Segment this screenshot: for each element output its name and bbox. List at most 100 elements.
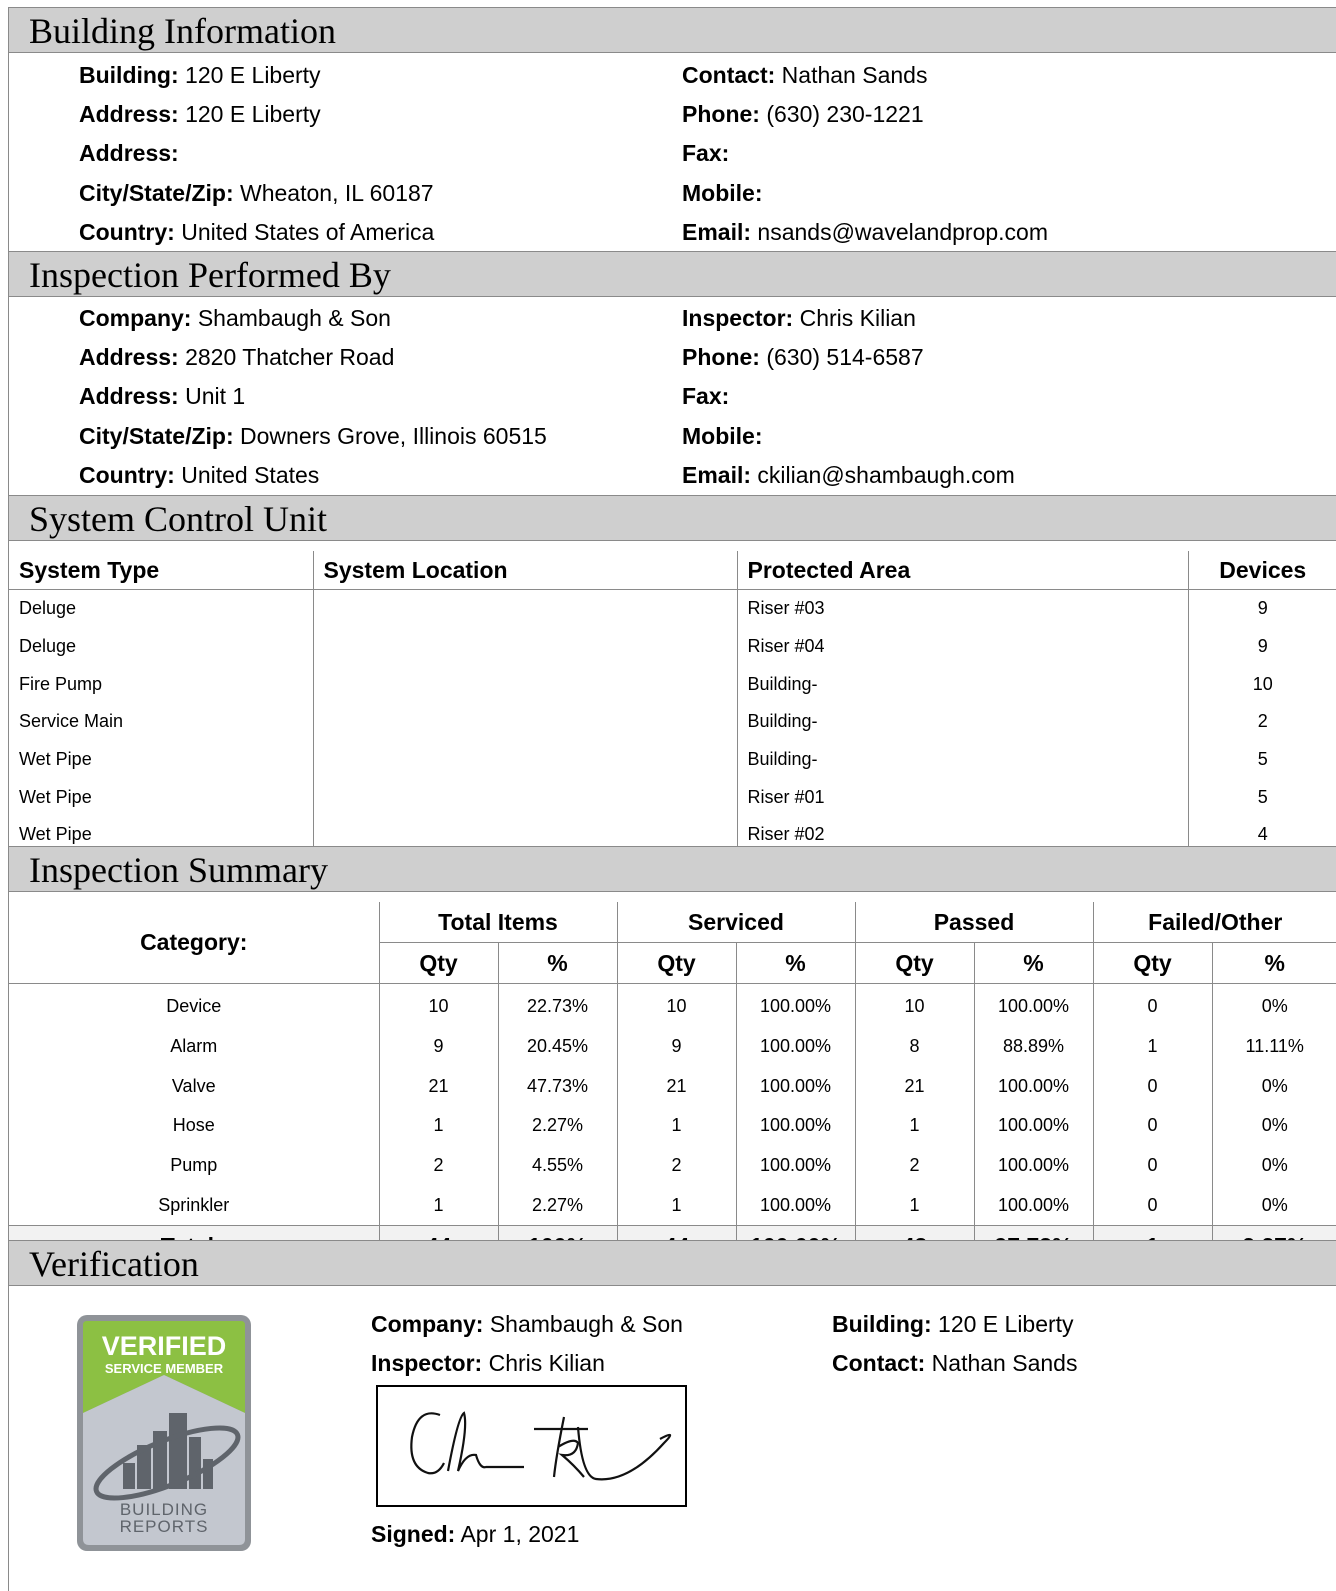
table-row: Wet Pipe Riser #01 5	[9, 778, 1336, 817]
table-cell: 0%	[1261, 1194, 1288, 1215]
table-cell: Riser #01	[737, 778, 1189, 817]
col-system-location: System Location	[313, 551, 738, 590]
field-email: Email: ckilian@shambaugh.com	[682, 461, 1015, 488]
table-cell: Riser #03	[737, 589, 1189, 628]
table-cell: 10	[855, 983, 975, 1027]
svg-text:SERVICE MEMBER: SERVICE MEMBER	[105, 1361, 224, 1376]
table-cell	[313, 778, 738, 817]
table-cell: 100.00%	[736, 1185, 856, 1226]
table-cell: 9	[1257, 636, 1268, 657]
table-row: Deluge Riser #04 9	[9, 627, 1336, 666]
table-cell: Service Main	[9, 703, 314, 741]
table-cell: Device	[9, 983, 380, 1027]
table-row: Sprinkler 1 2.27% 1 100.00% 1 100.00% 0 0%	[9, 1185, 1336, 1226]
col-system-type: System Type	[9, 551, 314, 590]
table-cell: 0	[1093, 1185, 1213, 1226]
table-cell: 0	[1093, 1145, 1213, 1186]
group-total-items: Total Items	[378, 902, 618, 943]
table-cell: 88.89%	[974, 1026, 1094, 1067]
field-fax: Fax:	[682, 383, 730, 410]
table-cell: 9	[1257, 598, 1268, 619]
svg-text:REPORTS: REPORTS	[120, 1517, 209, 1536]
table-cell: 1	[379, 1185, 499, 1226]
table-cell: Building-	[737, 703, 1189, 741]
verification-contact: Contact: Nathan Sands	[832, 1350, 1078, 1376]
table-cell: 100.00%	[974, 1145, 1094, 1186]
table-cell: 100.00%	[974, 1066, 1094, 1107]
table-cell: Riser #04	[737, 627, 1189, 666]
field-inspector: Inspector: Chris Kilian	[682, 305, 916, 331]
table-cell: 0	[1093, 983, 1213, 1027]
col-percent: %	[973, 942, 1094, 984]
table-cell: 9	[617, 1026, 737, 1067]
verification-company: Company: Shambaugh & Son	[371, 1311, 683, 1337]
table-cell: 10	[1252, 673, 1273, 694]
table-cell: 100.00%	[736, 983, 856, 1027]
table-cell: 1	[855, 1106, 975, 1146]
verified-service-member-badge: VERIFIED SERVICE MEMBER BUILDING REPORTS	[77, 1315, 251, 1551]
table-cell: 2	[1257, 711, 1268, 732]
table-cell: Deluge	[9, 627, 314, 666]
field-citystatezip: City/State/Zip: Wheaton, IL 60187	[79, 179, 434, 206]
verification-building: Building: 120 E Liberty	[832, 1311, 1074, 1337]
table-cell: 1	[379, 1106, 499, 1146]
table-cell	[313, 627, 738, 666]
table-cell: 1	[617, 1106, 737, 1146]
section-system-control-unit: System Control Unit	[9, 495, 1336, 541]
section-inspection-summary: Inspection Summary	[9, 846, 1336, 892]
field-email: Email: nsands@wavelandprop.com	[682, 218, 1048, 245]
table-cell: 10	[617, 983, 737, 1027]
field-address: Address: Unit 1	[79, 383, 246, 410]
table-row: Alarm 9 20.45% 9 100.00% 8 88.89% 1 11.11%	[9, 1026, 1336, 1067]
table-cell: 22.73%	[498, 983, 618, 1027]
table-cell: 0	[1093, 1066, 1213, 1107]
field-phone: Phone: (630) 514-6587	[682, 344, 924, 371]
table-cell: Fire Pump	[9, 665, 314, 704]
verification-inspector: Inspector: Chris Kilian	[371, 1350, 605, 1376]
system-control-unit-table: System Type System Location Protected Ar…	[9, 551, 1336, 854]
table-cell: 0%	[1261, 1155, 1288, 1176]
field-country: Country: United States	[79, 461, 320, 488]
svg-text:VERIFIED: VERIFIED	[102, 1331, 227, 1361]
table-row: Deluge Riser #03 9	[9, 589, 1336, 628]
table-cell: 21	[617, 1066, 737, 1107]
table-cell: Building-	[737, 665, 1189, 704]
table-cell: 2.27%	[498, 1185, 618, 1226]
table-row: Fire Pump Building- 10	[9, 665, 1336, 704]
table-cell: 100.00%	[736, 1106, 856, 1146]
field-building: Building: 120 E Liberty	[79, 62, 321, 88]
table-cell	[313, 589, 738, 628]
table-cell: 2.27%	[498, 1106, 618, 1146]
table-cell: Valve	[9, 1066, 380, 1107]
table-cell: 2	[855, 1145, 975, 1186]
group-passed: Passed	[854, 902, 1094, 943]
table-cell: 100.00%	[974, 983, 1094, 1027]
field-address: Address: 120 E Liberty	[79, 101, 321, 128]
group-serviced: Serviced	[616, 902, 856, 943]
table-cell: 0%	[1261, 1115, 1288, 1136]
report-page: Building Information Building: 120 E Lib…	[8, 7, 1336, 1591]
table-cell: 100.00%	[736, 1026, 856, 1067]
table-cell	[313, 665, 738, 704]
field-phone: Phone: (630) 230-1221	[682, 101, 924, 128]
col-percent: %	[735, 942, 856, 984]
signature-box	[376, 1385, 687, 1507]
table-cell: 21	[855, 1066, 975, 1107]
table-cell: 1	[1093, 1026, 1213, 1067]
table-row: Wet Pipe Building- 5	[9, 740, 1336, 779]
col-protected-area: Protected Area	[737, 551, 1189, 590]
table-cell: 2	[617, 1145, 737, 1186]
field-contact: Contact: Nathan Sands	[682, 62, 928, 88]
table-cell: 0%	[1261, 1075, 1288, 1096]
table-cell: Wet Pipe	[9, 740, 314, 779]
table-cell: 100.00%	[974, 1185, 1094, 1226]
table-cell	[313, 740, 738, 779]
table-cell: 4.55%	[498, 1145, 618, 1186]
table-cell: 11.11%	[1245, 1036, 1304, 1057]
table-cell: 0%	[1261, 996, 1288, 1017]
table-cell: 21	[379, 1066, 499, 1107]
table-row: Pump 2 4.55% 2 100.00% 2 100.00% 0 0%	[9, 1145, 1336, 1186]
table-cell: 47.73%	[498, 1066, 618, 1107]
col-devices: Devices	[1188, 551, 1336, 590]
table-row: Hose 1 2.27% 1 100.00% 1 100.00% 0 0%	[9, 1106, 1336, 1146]
